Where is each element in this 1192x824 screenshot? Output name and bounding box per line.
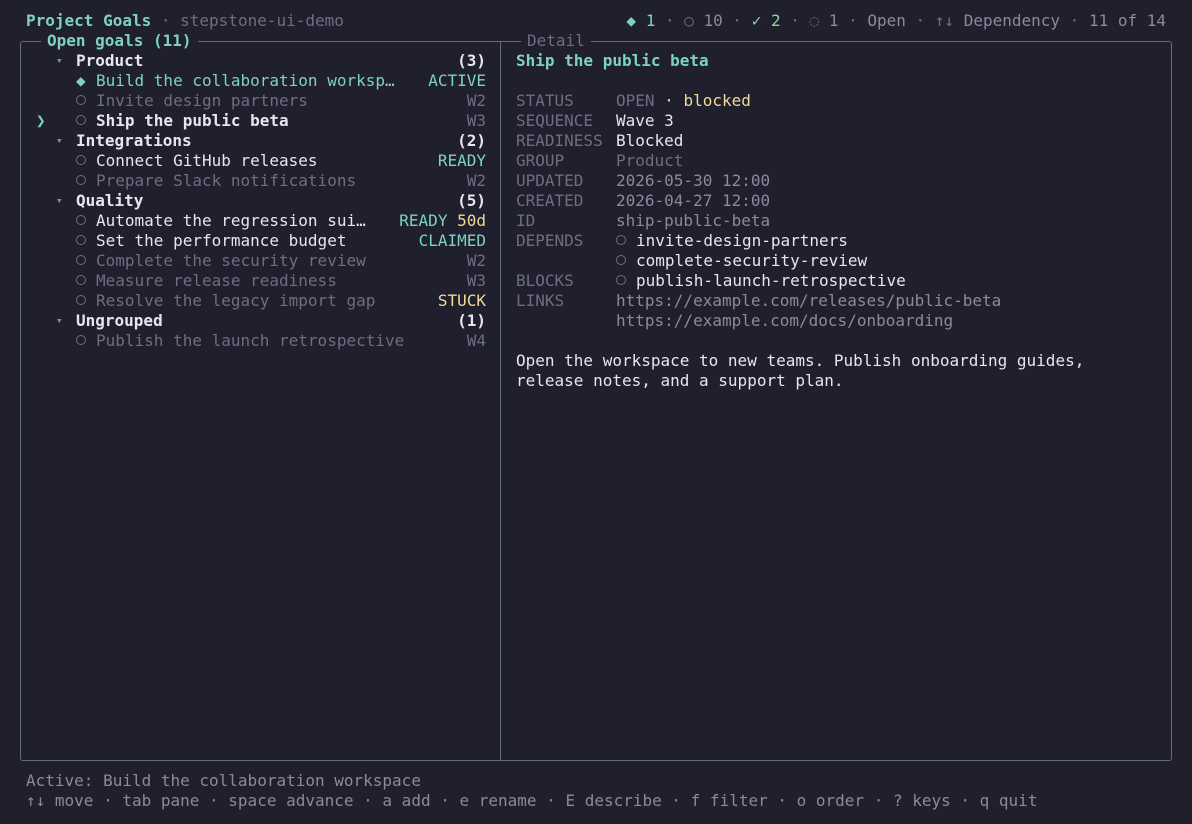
topbar-left: Project Goals · stepstone-ui-demo <box>26 11 344 31</box>
goal-status: W2 <box>466 91 486 110</box>
keybindings-hint: ↑↓ move · tab pane · space advance · a a… <box>26 791 1038 810</box>
project-name: stepstone-ui-demo <box>180 11 344 30</box>
goal-status: READY <box>399 211 448 230</box>
goal-row[interactable]: Invite design partners W2 <box>0 91 486 111</box>
open-count-icon: ○ <box>684 11 694 30</box>
blocked-count-icon: ◌ <box>809 11 820 30</box>
sort-order-icon: ↑↓ <box>934 11 955 30</box>
goal-row[interactable]: Prepare Slack notifications W2 <box>0 171 486 191</box>
goal-age: 50d <box>457 211 486 230</box>
goal-title: Set the performance budget <box>96 231 347 250</box>
goal-title: Prepare Slack notifications <box>96 171 357 190</box>
detail-description-line-1: Open the workspace to new teams. Publish… <box>516 351 1085 370</box>
group-name: Ungrouped <box>76 311 163 330</box>
goal-status: W2 <box>466 251 486 270</box>
app-title: Project Goals <box>26 11 152 30</box>
done-count: 2 <box>770 11 781 30</box>
open-circle-icon <box>76 271 86 291</box>
goal-status: READY <box>437 151 486 170</box>
goal-title: Measure release readiness <box>96 271 337 290</box>
selection-cursor-icon: ❯ <box>36 111 46 130</box>
topbar-separator: · <box>151 11 181 30</box>
open-circle-icon <box>76 331 86 351</box>
caret-down-icon: ▾ <box>56 314 63 327</box>
group-count: (1) <box>457 311 486 330</box>
group-header[interactable]: ▾ Ungrouped (1) <box>0 311 486 331</box>
status-value: OPEN <box>616 91 655 110</box>
goals-pane-title: Open goals (11) <box>41 31 198 51</box>
goal-title: Invite design partners <box>96 91 308 110</box>
goal-title: Publish the launch retrospective <box>96 331 405 350</box>
group-count: (3) <box>457 51 486 70</box>
goal-title: Complete the security review <box>96 251 366 270</box>
open-circle-icon <box>76 171 86 191</box>
open-circle-icon <box>76 291 86 311</box>
active-diamond-icon: ◆ <box>76 71 86 90</box>
goal-title: Connect GitHub releases <box>96 151 318 170</box>
goal-status: STUCK <box>437 291 486 310</box>
group-header[interactable]: ▾ Integrations (2) <box>0 131 486 151</box>
open-circle-icon <box>76 251 86 271</box>
status-flag: blocked <box>683 91 751 110</box>
goal-status: W3 <box>466 271 486 290</box>
view-filter[interactable]: Open <box>867 11 906 30</box>
group-name: Integrations <box>76 131 192 150</box>
goal-status: CLAIMED <box>418 231 486 250</box>
goal-row[interactable]: ❯ Ship the public beta W3 <box>0 111 486 131</box>
done-count-icon: ✓ <box>751 11 762 30</box>
position-indicator: 11 of 14 <box>1088 11 1166 30</box>
topbar-stats: ◆ 1 · ○ 10 · ✓ 2 · ◌ 1 · Open · ↑↓ Depen… <box>626 11 1166 30</box>
goal-row[interactable]: ◆ Build the collaboration worksp… ACTIVE <box>0 71 486 91</box>
caret-down-icon: ▾ <box>56 134 63 147</box>
active-count: 1 <box>645 11 656 30</box>
active-count-icon: ◆ <box>626 11 637 30</box>
group-header[interactable]: ▾ Product (3) <box>0 51 486 71</box>
goal-title: Automate the regression sui… <box>96 211 366 230</box>
open-circle-icon <box>76 91 86 111</box>
caret-down-icon: ▾ <box>56 54 63 67</box>
open-circle-icon <box>76 211 86 231</box>
goal-row[interactable]: Connect GitHub releases READY <box>0 151 486 171</box>
active-goal-status: Active: Build the collaboration workspac… <box>26 771 421 790</box>
group-name: Quality <box>76 191 144 210</box>
goal-status: ACTIVE <box>428 71 486 90</box>
open-count: 10 <box>703 11 723 30</box>
detail-pane-title: Detail <box>521 31 591 51</box>
circle-icon <box>616 231 626 251</box>
goal-row[interactable]: Set the performance budget CLAIMED <box>0 231 486 251</box>
goal-status: W4 <box>466 331 486 350</box>
group-count: (2) <box>457 131 486 150</box>
goal-status: W3 <box>466 111 486 130</box>
open-circle-icon <box>76 151 86 171</box>
detail-heading: Ship the public beta <box>516 51 709 70</box>
goal-row[interactable]: Resolve the legacy import gap STUCK <box>0 291 486 311</box>
goal-status: W2 <box>466 171 486 190</box>
goal-row[interactable]: Measure release readiness W3 <box>0 271 486 291</box>
open-circle-icon <box>76 111 86 131</box>
group-header[interactable]: ▾ Quality (5) <box>0 191 486 211</box>
circle-icon <box>616 271 626 291</box>
group-name: Product <box>76 51 144 70</box>
goal-row[interactable]: Publish the launch retrospective W4 <box>0 331 486 351</box>
sort-order[interactable]: Dependency <box>964 11 1060 30</box>
goal-title: Build the collaboration worksp… <box>96 71 395 90</box>
goal-title: Ship the public beta <box>96 111 289 130</box>
goal-row[interactable]: Complete the security review W2 <box>0 251 486 271</box>
detail-description-line-2: release notes, and a support plan. <box>516 371 844 390</box>
blocked-count: 1 <box>828 11 839 30</box>
group-count: (5) <box>457 191 486 210</box>
open-circle-icon <box>76 231 86 251</box>
goal-title: Resolve the legacy import gap <box>96 291 376 310</box>
goal-row[interactable]: Automate the regression sui… READY 50d <box>0 211 486 231</box>
circle-icon <box>616 251 626 271</box>
caret-down-icon: ▾ <box>56 194 63 207</box>
